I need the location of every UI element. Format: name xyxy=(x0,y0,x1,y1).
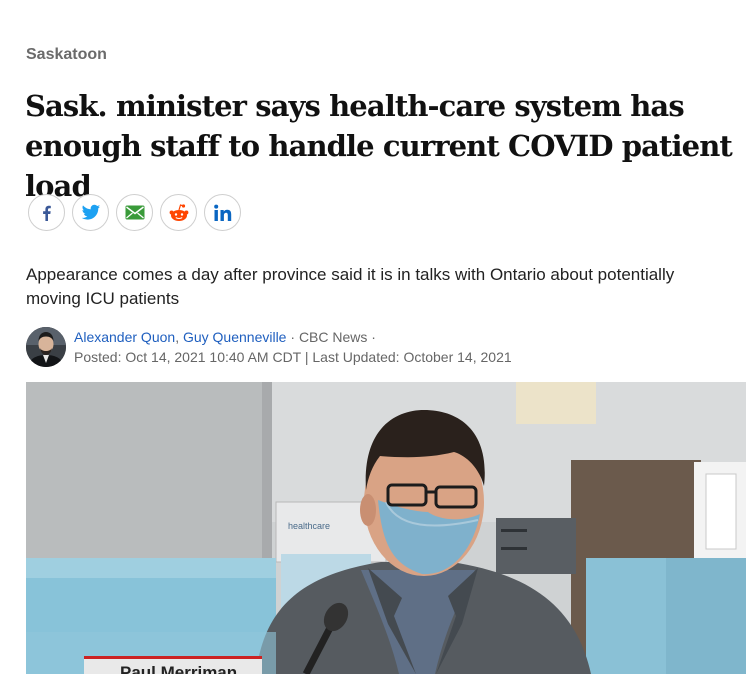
share-reddit-button[interactable] xyxy=(160,194,197,231)
share-facebook-button[interactable] xyxy=(28,194,65,231)
linkedin-icon xyxy=(213,204,233,222)
email-icon xyxy=(125,205,145,220)
twitter-icon xyxy=(81,204,101,222)
author-separator: , xyxy=(175,329,180,345)
author-link-1[interactable]: Alexander Quon xyxy=(74,329,175,345)
name-lower-third: Paul Merriman xyxy=(84,656,262,674)
share-linkedin-button[interactable] xyxy=(204,194,241,231)
name-tag-text: Paul Merriman xyxy=(120,663,238,674)
section-link[interactable]: Saskatoon xyxy=(26,46,107,64)
hero-video-frame[interactable]: healthcare Paul Merriman xyxy=(26,382,746,674)
share-twitter-button[interactable] xyxy=(72,194,109,231)
news-source: CBC News · xyxy=(298,329,376,345)
dateline: Posted: Oct 14, 2021 10:40 AM CDT | Last… xyxy=(74,349,512,365)
hero-image: healthcare xyxy=(26,382,746,674)
author-avatar xyxy=(26,327,66,367)
share-bar xyxy=(28,194,241,231)
reddit-icon xyxy=(168,203,190,223)
facebook-icon xyxy=(38,204,56,222)
share-email-button[interactable] xyxy=(116,194,153,231)
svg-text:healthcare: healthcare xyxy=(288,521,330,531)
article-deck: Appearance comes a day after province sa… xyxy=(26,265,675,308)
outlet-separator: · xyxy=(286,329,299,345)
article-headline: Sask. minister says health-care system h… xyxy=(25,89,733,203)
author-link-2[interactable]: Guy Quenneville xyxy=(183,329,287,345)
